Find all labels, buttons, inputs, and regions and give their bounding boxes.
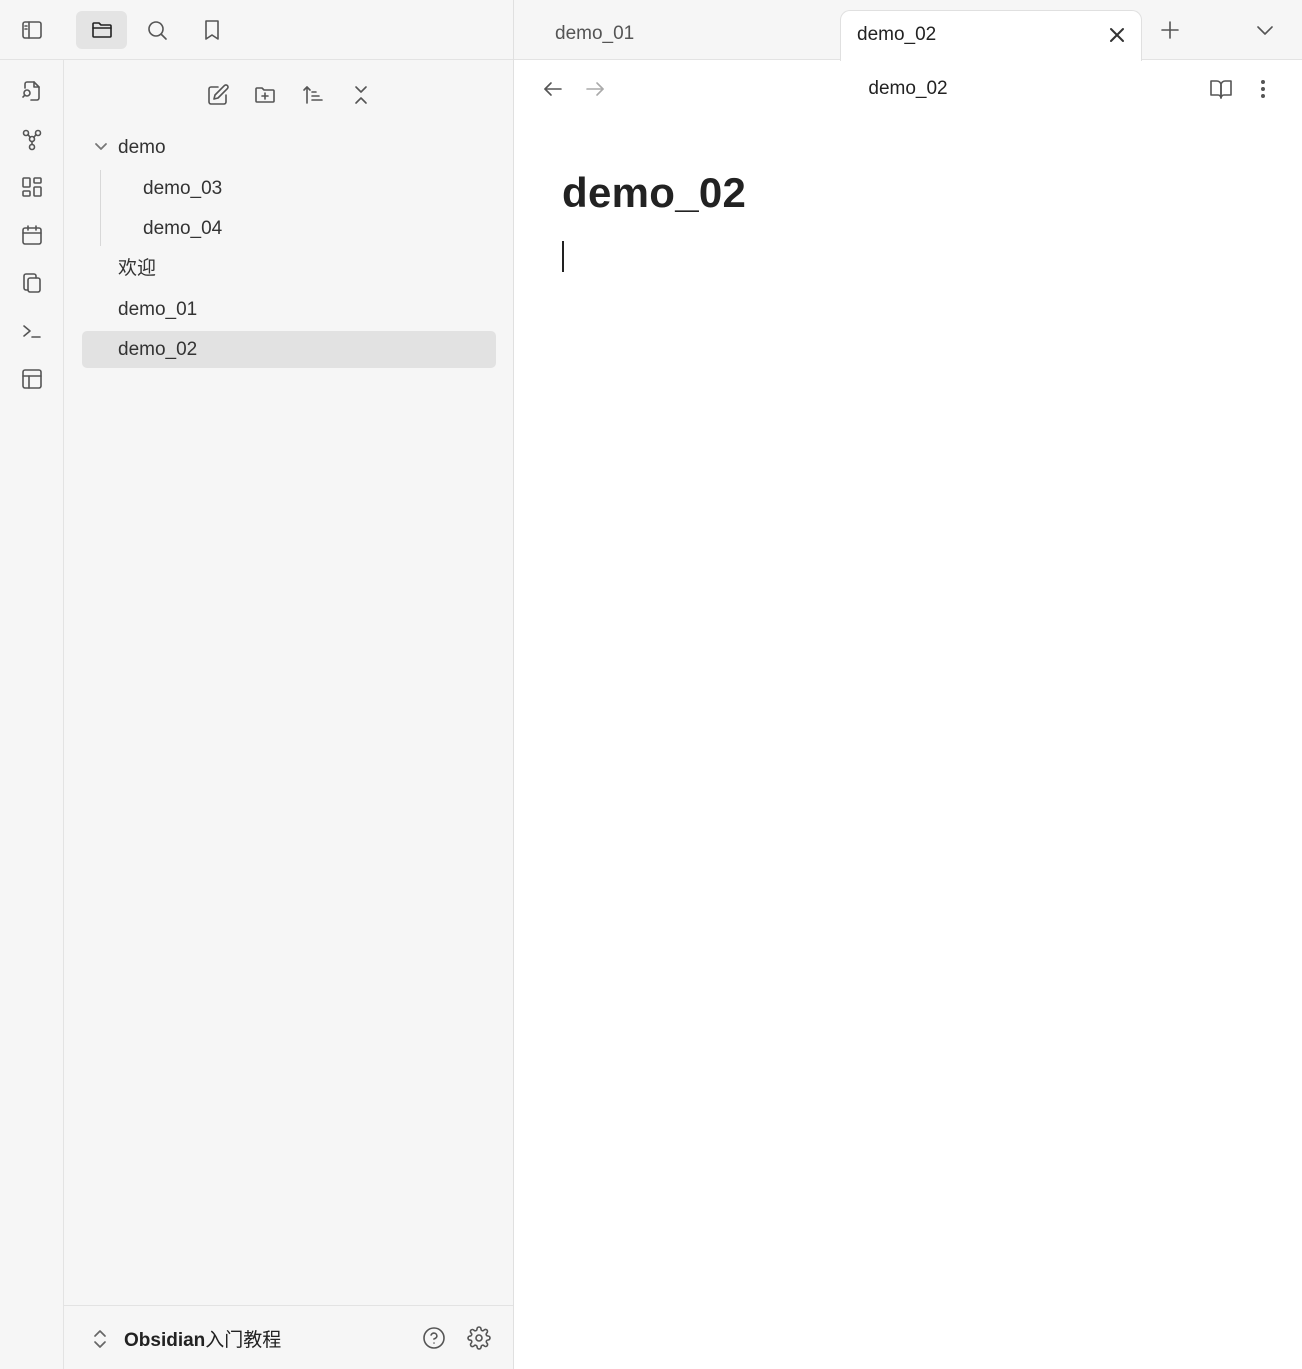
- view-header: demo_02: [514, 61, 1302, 117]
- note-title[interactable]: demo_02: [562, 169, 746, 217]
- sidebar-header: [0, 0, 513, 60]
- daily-note-icon[interactable]: [18, 221, 46, 249]
- vault-footer: Obsidian入门教程: [64, 1305, 513, 1369]
- ribbon: [0, 60, 64, 1369]
- tab-label: demo_02: [857, 24, 937, 45]
- tree-indent-guide: [100, 170, 101, 246]
- vault-name-rest: 入门教程: [205, 1330, 282, 1351]
- tree-file-demo-02[interactable]: demo_02: [82, 331, 496, 368]
- open-quick-switcher-icon[interactable]: [18, 77, 46, 105]
- sort-icon[interactable]: [296, 78, 330, 112]
- more-options-icon[interactable]: [1248, 74, 1278, 104]
- reading-view-icon[interactable]: [1206, 74, 1236, 104]
- command-palette-icon[interactable]: [18, 317, 46, 345]
- tab-bar: demo_01 demo_02: [514, 0, 1302, 61]
- search-icon[interactable]: [139, 12, 175, 48]
- tab-demo-01[interactable]: demo_01: [539, 10, 839, 61]
- canvas-icon[interactable]: [18, 173, 46, 201]
- folder-icon[interactable]: [76, 11, 127, 49]
- tree-file-demo-04[interactable]: demo_04: [143, 210, 222, 247]
- close-icon[interactable]: [1105, 23, 1129, 47]
- settings-icon[interactable]: [464, 1323, 494, 1353]
- templates-icon[interactable]: [18, 269, 46, 297]
- sidebar-toggle-icon[interactable]: [14, 12, 50, 48]
- collapse-all-icon[interactable]: [344, 78, 378, 112]
- vault-name[interactable]: Obsidian入门教程: [124, 1325, 281, 1352]
- tree-file-demo-03[interactable]: demo_03: [143, 170, 222, 207]
- tab-label: demo_01: [555, 23, 635, 44]
- bookmark-icon[interactable]: [194, 12, 230, 48]
- text-cursor: [562, 241, 564, 272]
- chevron-down-icon[interactable]: [92, 138, 110, 156]
- tab-demo-02[interactable]: demo_02: [840, 10, 1142, 61]
- view-title[interactable]: demo_02: [514, 78, 1302, 100]
- tree-folder-demo[interactable]: demo: [118, 129, 166, 166]
- vault-switcher-icon[interactable]: [90, 1328, 110, 1350]
- graph-view-icon[interactable]: [18, 125, 46, 153]
- file-explorer: demo demo_03 demo_04 欢迎 demo_01 demo_02: [64, 60, 513, 1305]
- tree-file-demo-01[interactable]: demo_01: [118, 291, 197, 328]
- vault-name-bold: Obsidian: [124, 1330, 206, 1351]
- new-note-icon[interactable]: [201, 78, 235, 112]
- note-editor[interactable]: demo_02: [514, 117, 1302, 1369]
- chevron-down-icon[interactable]: [1250, 15, 1280, 45]
- slides-icon[interactable]: [18, 365, 46, 393]
- new-tab-icon[interactable]: [1155, 15, 1185, 45]
- new-folder-icon[interactable]: [248, 78, 282, 112]
- tree-file-welcome[interactable]: 欢迎: [118, 250, 156, 287]
- help-icon[interactable]: [419, 1323, 449, 1353]
